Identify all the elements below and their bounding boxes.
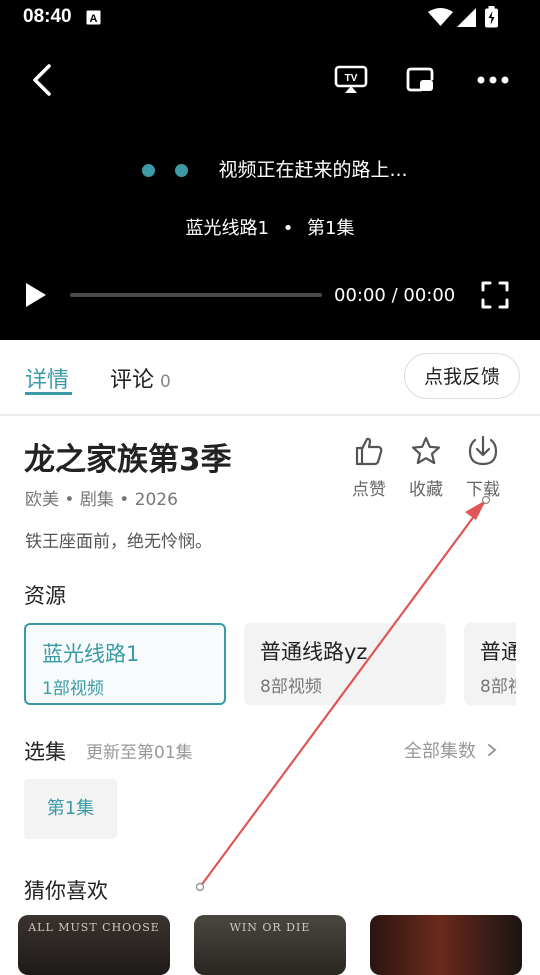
annotation-arrow [195, 495, 491, 892]
